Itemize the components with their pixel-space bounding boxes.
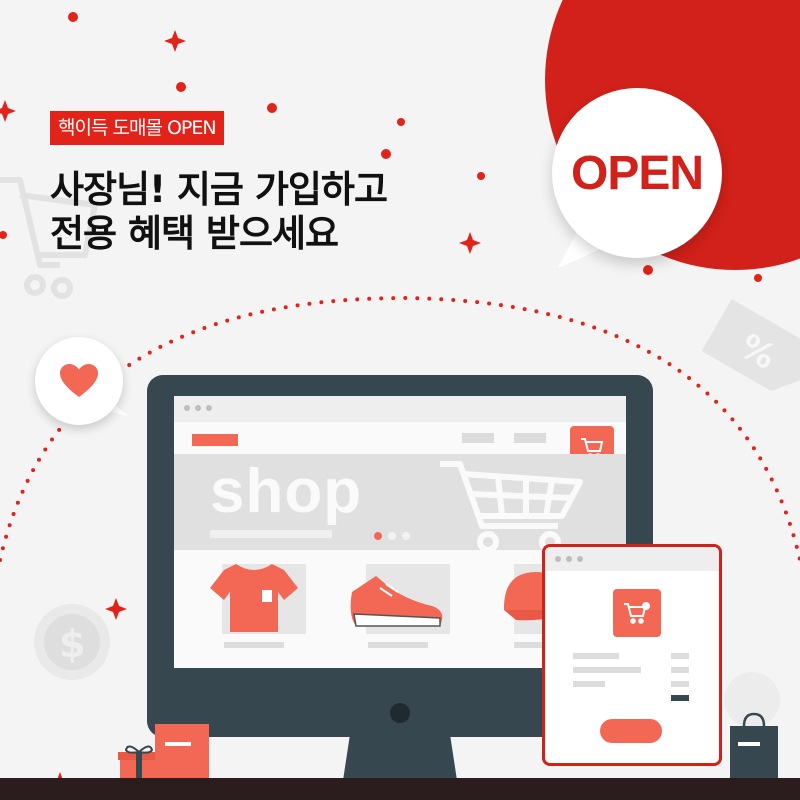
hero-slider-dots [374,532,410,540]
total-line [671,695,689,701]
open-speech-bubble: OPEN [552,88,722,258]
window-dots [184,405,212,411]
tablet-window-dots [555,556,583,562]
shopping-bag-icon [155,708,209,784]
tshirt-icon [210,564,298,632]
summary-line [573,667,641,673]
product-caption [368,642,428,648]
hero-cart-icon [440,461,583,553]
nav-item [514,433,546,443]
headline-line-1: 사장님! 지금 가입하고 [50,168,388,211]
dollar-coin-icon: $ [34,604,110,680]
browser-bar [174,396,626,422]
tablet-device [542,544,722,766]
site-logo-bar [192,434,238,446]
sneaker-icon [350,576,443,627]
hero-shop-text: shop [210,457,363,526]
tablet-cart-button [613,589,661,637]
headline: 사장님! 지금 가입하고 전용 혜택 받으세요 [50,168,388,256]
summary-line [573,681,605,687]
percent-tag-icon: % [701,299,800,391]
svg-text:$: $ [59,622,85,666]
shopping-bag-icon [730,712,778,784]
ground-strip [0,778,800,800]
headline-line-2: 전용 혜택 받으세요 [50,212,339,255]
summary-line [671,653,689,659]
open-bubble-text: OPEN [570,146,704,200]
checkout-button [600,719,662,743]
heart-speech-bubble [35,337,123,425]
cart-icon [624,602,650,624]
summary-line [671,667,689,673]
heart-icon [60,364,98,397]
tablet-browser-bar [545,547,719,571]
product-caption [224,642,284,648]
nav-item [462,433,494,443]
hero-underline [210,530,332,538]
summary-line [671,681,689,687]
svg-text:%: % [733,326,783,378]
monitor-button [390,703,410,723]
promo-tag: 핵이득 도매몰 OPEN [50,111,224,145]
summary-line [573,653,619,659]
promo-banner: % $ 핵이득 도매몰 OPEN 사장님! 지금 가입하고 전용 혜택 받으세요… [0,0,800,800]
